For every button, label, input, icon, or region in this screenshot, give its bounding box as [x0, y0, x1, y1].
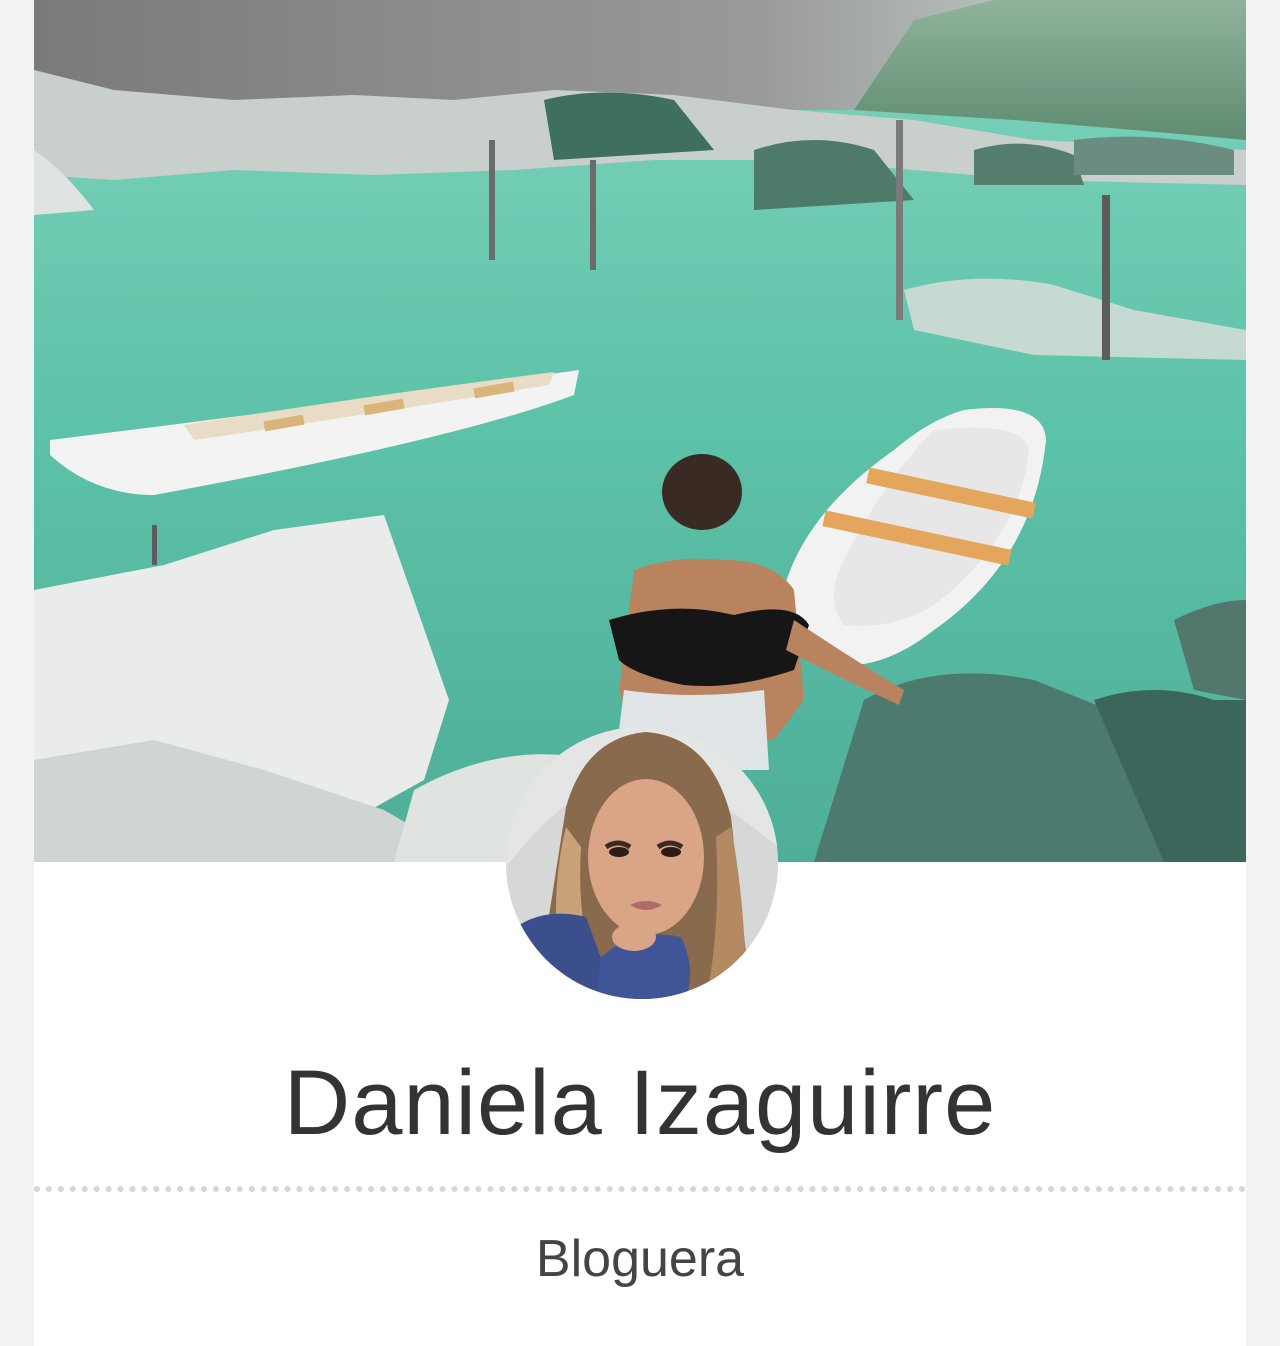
profile-role: Bloguera	[535, 1230, 745, 1288]
profile-name: Daniela Izaguirre	[283, 1052, 997, 1154]
avatar-image	[506, 727, 778, 999]
divider	[34, 1186, 1246, 1192]
profile-card: Daniela Izaguirre Bloguera	[34, 0, 1246, 1346]
avatar[interactable]	[506, 727, 778, 999]
